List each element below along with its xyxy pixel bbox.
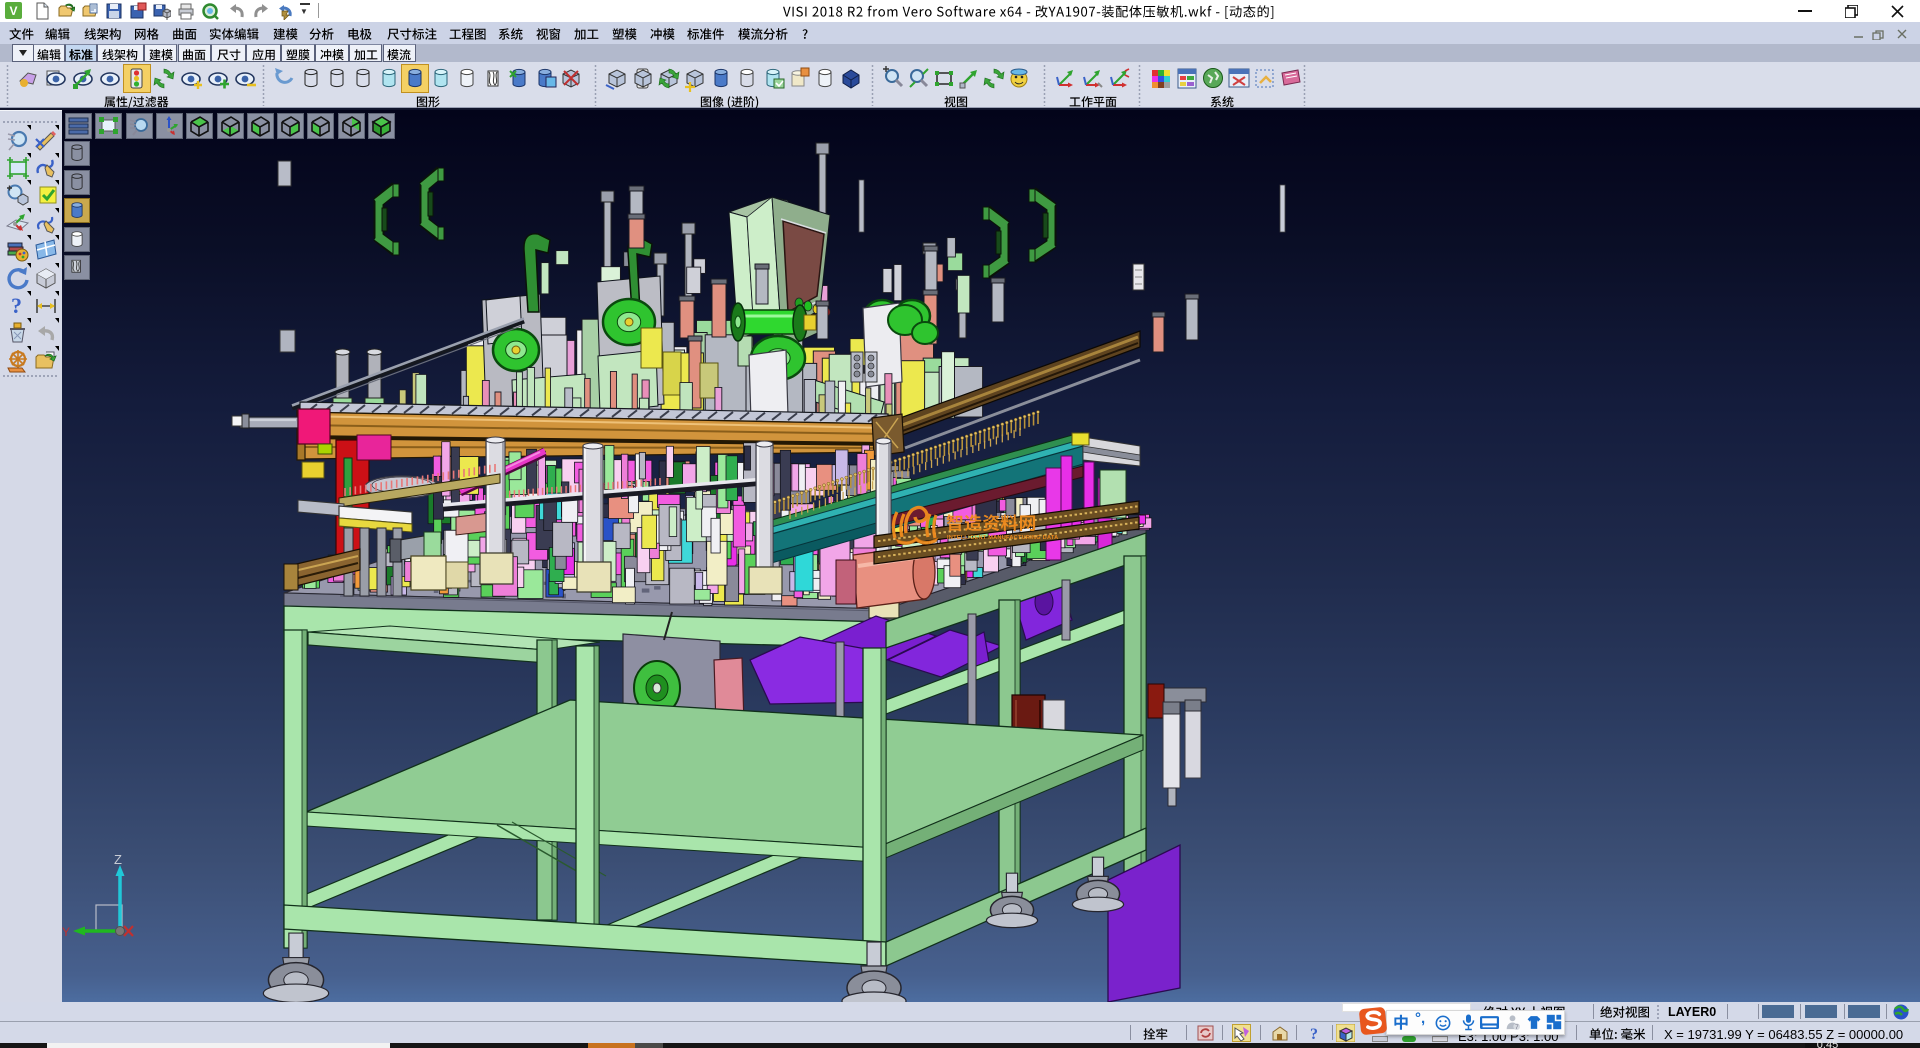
svg-text:Y: Y (62, 925, 70, 939)
svg-text:?: ? (1310, 1026, 1318, 1042)
svg-text:Z: Z (114, 852, 122, 867)
svg-text:INTELLIGENT MANUFACTURING DATA: INTELLIGENT MANUFACTURING DATA (947, 535, 1058, 541)
svg-text:?: ? (11, 293, 22, 318)
svg-text:7: 7 (1515, 1024, 1519, 1031)
svg-text:V: V (9, 4, 17, 18)
